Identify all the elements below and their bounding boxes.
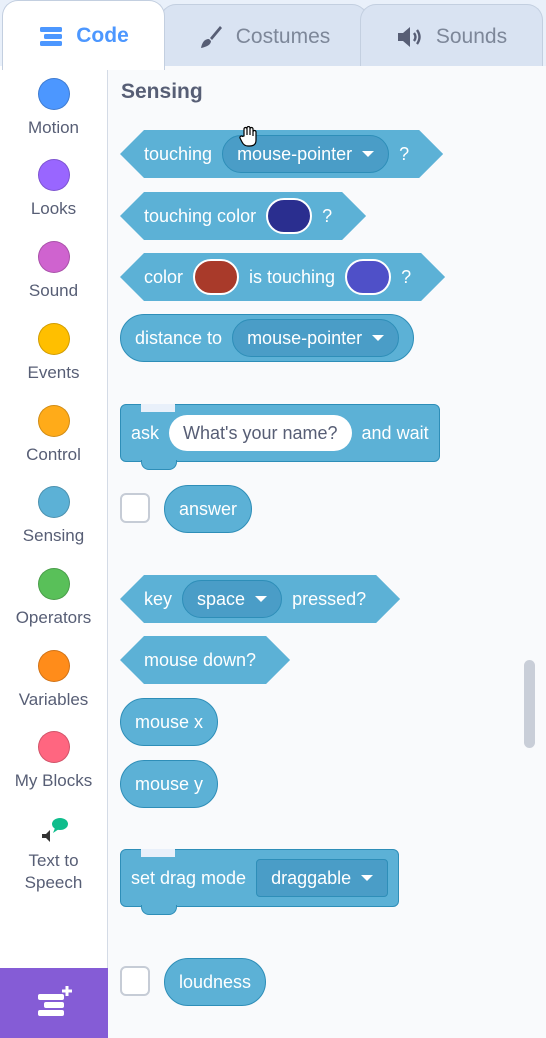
block-text: loudness	[179, 971, 252, 992]
category-text-to-speech[interactable]: Text to Speech	[0, 814, 107, 894]
loudness-block[interactable]: loudness	[164, 958, 267, 1006]
key-pressed-block[interactable]: key space pressed?	[120, 575, 400, 623]
tab-sounds[interactable]: Sounds	[360, 4, 543, 68]
block-text: color	[144, 266, 184, 287]
looks-color-dot	[37, 159, 70, 191]
key-menu[interactable]: space	[182, 580, 282, 618]
category-operators[interactable]: Operators	[0, 568, 107, 629]
tab-costumes[interactable]: Costumes	[160, 4, 368, 68]
category-label-line1: Text to	[28, 851, 79, 870]
tab-code[interactable]: Code	[2, 0, 165, 70]
category-menu: Motion Looks Sound Events Control Sensin…	[0, 66, 108, 1038]
touching-color-block[interactable]: touching color ?	[120, 192, 366, 240]
category-label: Sensing	[22, 526, 85, 545]
category-label: Variables	[18, 690, 89, 709]
category-label: Motion	[27, 118, 80, 137]
block-text: set drag mode	[131, 867, 247, 888]
category-label: Sound	[28, 281, 79, 300]
answer-monitor-checkbox[interactable]	[120, 493, 150, 523]
tab-sounds-label: Sounds	[435, 24, 508, 48]
sound-color-dot	[37, 241, 70, 273]
add-extension-button[interactable]	[0, 968, 108, 1038]
menu-value: mouse-pointer	[247, 327, 363, 348]
category-label: Operators	[15, 608, 92, 627]
category-label-line2: Speech	[24, 873, 83, 892]
category-looks[interactable]: Looks	[0, 159, 107, 220]
my-blocks-color-dot	[37, 731, 70, 763]
section-title: Sensing	[121, 80, 203, 103]
mouse-down-block[interactable]: mouse down?	[120, 636, 290, 684]
block-tab	[141, 905, 177, 915]
block-text: touching	[144, 143, 213, 164]
code-icon	[38, 25, 64, 47]
block-text: mouse down?	[144, 649, 257, 670]
distance-to-block[interactable]: distance to mouse-pointer	[120, 314, 415, 362]
category-label: Events	[27, 363, 80, 382]
drag-mode-menu[interactable]: draggable	[256, 859, 389, 897]
block-text: mouse x	[135, 711, 204, 732]
ask-and-wait-block[interactable]: ask What's your name? and wait	[120, 404, 440, 470]
block-tab	[141, 460, 177, 470]
category-control[interactable]: Control	[0, 405, 107, 466]
category-variables[interactable]: Variables	[0, 650, 107, 711]
block-text: touching color	[144, 205, 257, 226]
menu-value: space	[197, 588, 246, 609]
block-suffix: ?	[401, 266, 412, 287]
block-suffix: pressed?	[292, 588, 367, 609]
category-label: My Blocks	[14, 771, 93, 790]
dropdown-caret-icon	[372, 335, 385, 341]
block-text: ask	[131, 422, 160, 443]
answer-block[interactable]: answer	[164, 485, 253, 533]
block-suffix: and wait	[361, 422, 429, 443]
category-motion[interactable]: Motion	[0, 78, 107, 139]
category-label: Looks	[30, 199, 77, 218]
touching-block[interactable]: touching mouse-pointer ?	[120, 130, 443, 178]
dropdown-caret-icon	[361, 875, 374, 881]
block-text: key	[144, 588, 173, 609]
motion-color-dot	[37, 78, 70, 110]
block-notch	[141, 404, 175, 412]
distance-to-menu[interactable]: mouse-pointer	[232, 319, 400, 357]
dropdown-caret-icon	[255, 596, 267, 602]
flyout-scrollbar[interactable]	[524, 660, 535, 748]
color-swatch-2[interactable]	[345, 259, 391, 295]
speaker-icon	[396, 25, 424, 49]
loudness-monitor-checkbox[interactable]	[120, 966, 150, 996]
ask-question-input[interactable]: What's your name?	[169, 415, 352, 451]
menu-value: draggable	[271, 867, 352, 888]
block-suffix: ?	[322, 205, 333, 226]
category-sound[interactable]: Sound	[0, 241, 107, 302]
brush-icon	[198, 24, 224, 50]
editor-tab-bar: Code Costumes Sounds	[0, 0, 546, 70]
block-mid-text: is touching	[249, 266, 336, 287]
category-sensing[interactable]: Sensing	[0, 486, 107, 547]
category-my-blocks[interactable]: My Blocks	[0, 731, 107, 792]
set-drag-mode-block[interactable]: set drag mode draggable	[120, 849, 400, 915]
sensing-color-dot	[37, 486, 70, 518]
dropdown-caret-icon	[362, 151, 374, 157]
control-color-dot	[37, 405, 70, 437]
color-is-touching-block[interactable]: color is touching ?	[120, 253, 445, 301]
operators-color-dot	[37, 568, 70, 600]
tab-code-label: Code	[76, 23, 129, 47]
mouse-x-block[interactable]: mouse x	[120, 698, 219, 746]
block-text: answer	[179, 498, 238, 519]
mouse-y-block[interactable]: mouse y	[120, 760, 219, 808]
color-swatch[interactable]	[266, 198, 312, 234]
add-extension-icon	[34, 984, 74, 1023]
text-to-speech-icon	[38, 814, 70, 846]
block-notch	[141, 849, 175, 857]
variables-color-dot	[37, 650, 70, 682]
tab-costumes-label: Costumes	[235, 24, 331, 48]
block-text: mouse y	[135, 773, 204, 794]
events-color-dot	[37, 323, 70, 355]
category-events[interactable]: Events	[0, 323, 107, 384]
category-label: Control	[26, 445, 81, 464]
hand-cursor-icon	[238, 125, 258, 153]
block-text: distance to	[135, 327, 223, 348]
block-suffix: ?	[399, 143, 410, 164]
color-swatch-1[interactable]	[193, 259, 239, 295]
